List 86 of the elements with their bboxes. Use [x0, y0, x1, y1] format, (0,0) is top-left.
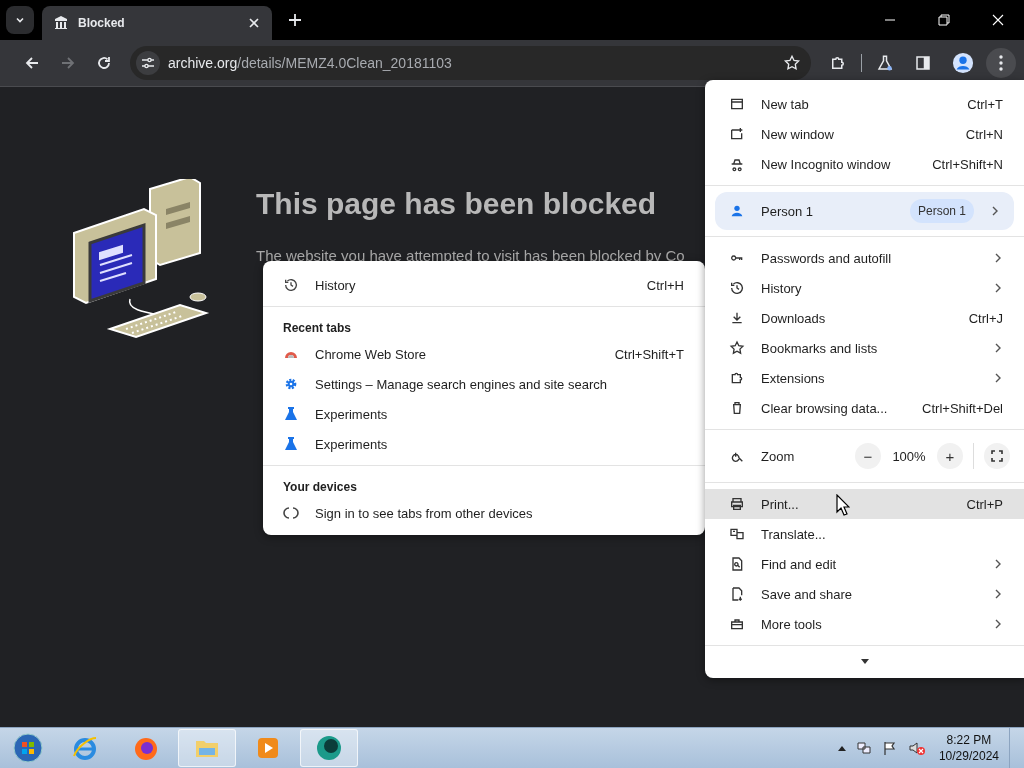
speaker-muted-icon[interactable]: [907, 740, 926, 756]
address-bar[interactable]: archive.org/details/MEMZ4.0Clean_20181103: [130, 46, 811, 80]
menu-item[interactable]: New window Ctrl+N: [705, 119, 1024, 149]
tab-search-button[interactable]: [6, 6, 34, 34]
chevron-right-icon: [993, 343, 1003, 353]
menu-item[interactable]: Save and share: [705, 579, 1024, 609]
menu-item-icon: [729, 616, 745, 632]
menu-item[interactable]: Extensions: [705, 363, 1024, 393]
avatar-icon[interactable]: [952, 52, 974, 74]
chevron-right-icon: [993, 589, 1003, 599]
chevron-right-icon: [993, 253, 1003, 263]
extensions-icon[interactable]: [829, 54, 847, 72]
menu-item[interactable]: History: [705, 273, 1024, 303]
profile-item[interactable]: Person 1 Person 1: [715, 192, 1014, 230]
menu-item-icon: [729, 126, 745, 142]
menu-item-icon: [729, 586, 745, 602]
menu-item[interactable]: Sign in to see tabs from other devices: [263, 498, 705, 528]
menu-item-icon: [729, 96, 745, 112]
clock-date: 10/29/2024: [938, 749, 999, 763]
expand-icon[interactable]: [860, 658, 869, 664]
zoom-in-button[interactable]: +: [937, 443, 963, 469]
menu-item[interactable]: Experiments: [263, 429, 705, 459]
menu-item[interactable]: Clear browsing data... Ctrl+Shift+Del: [705, 393, 1024, 423]
flask-icon[interactable]: [876, 54, 894, 72]
section-header: Your devices: [282, 479, 358, 496]
restore-icon[interactable]: [938, 14, 950, 26]
menu-button[interactable]: [986, 48, 1016, 78]
flask-icon: [283, 406, 299, 422]
forward-icon[interactable]: [60, 55, 76, 71]
fullscreen-icon: [991, 450, 1003, 462]
menu-item[interactable]: More tools: [705, 609, 1024, 639]
menu-item[interactable]: Passwords and autofill: [705, 243, 1024, 273]
bookmark-star-icon[interactable]: [783, 54, 801, 72]
flask-icon: [283, 436, 299, 452]
menu-item[interactable]: Print... Ctrl+P: [705, 489, 1024, 519]
history-icon: [283, 277, 299, 293]
site-info-icon[interactable]: [136, 51, 160, 75]
flag-icon[interactable]: [881, 740, 898, 756]
menu-item[interactable]: Translate...: [705, 519, 1024, 549]
section-header: Recent tabs: [282, 320, 353, 337]
menu-item-icon: [729, 556, 745, 572]
clock-time: 8:22 PM: [946, 733, 992, 747]
menu-item-icon: [729, 370, 745, 386]
gear-icon: [283, 376, 299, 392]
menu-item-icon: [729, 340, 745, 356]
back-icon[interactable]: [24, 55, 40, 71]
person-icon: [729, 203, 745, 219]
app-icon: [315, 734, 343, 762]
menu-item-icon: [729, 496, 745, 512]
zoom-out-button[interactable]: −: [855, 443, 881, 469]
cursor-icon: [836, 494, 850, 516]
zoom-label: Zoom: [761, 448, 796, 464]
new-tab-icon[interactable]: [288, 13, 302, 27]
menu-item[interactable]: History Ctrl+H: [263, 270, 705, 300]
taskbar-app[interactable]: [300, 729, 358, 767]
menu-item[interactable]: Downloads Ctrl+J: [705, 303, 1024, 333]
menu-item-icon: [729, 526, 745, 542]
zoom-level: 100%: [891, 448, 927, 464]
menu-item[interactable]: Bookmarks and lists: [705, 333, 1024, 363]
show-hidden-icons-icon[interactable]: [837, 745, 846, 751]
menu-item-icon: [729, 310, 745, 326]
chevron-right-icon: [993, 559, 1003, 569]
side-panel-icon[interactable]: [914, 54, 932, 72]
menu-item[interactable]: Settings – Manage search engines and site search: [263, 369, 705, 399]
chevron-right-icon: [993, 373, 1003, 383]
chevron-right-icon: [990, 206, 1000, 216]
close-icon[interactable]: [248, 17, 260, 29]
menu-item-icon: [729, 280, 745, 296]
browser-e-icon: [71, 734, 99, 762]
profile-badge: Person 1: [909, 199, 974, 223]
chevron-right-icon: [993, 619, 1003, 629]
reload-icon[interactable]: [96, 55, 112, 71]
more-icon: [999, 55, 1003, 71]
browser-tab[interactable]: Blocked: [42, 6, 272, 40]
fullscreen-button[interactable]: [984, 443, 1010, 469]
menu-item[interactable]: Find and edit: [705, 549, 1024, 579]
page-heading: This page has been blocked: [256, 187, 658, 221]
menu-item[interactable]: New tab Ctrl+T: [705, 89, 1024, 119]
museum-icon: [54, 16, 68, 30]
menu-item[interactable]: New Incognito window Ctrl+Shift+N: [705, 149, 1024, 179]
menu-item[interactable]: Chrome Web Store Ctrl+Shift+T: [263, 339, 705, 369]
sync-icon: [283, 505, 299, 521]
chevron-right-icon: [993, 283, 1003, 293]
menu-item[interactable]: Experiments: [263, 399, 705, 429]
network-icon[interactable]: [855, 740, 872, 756]
menu-item-icon: [729, 156, 745, 172]
